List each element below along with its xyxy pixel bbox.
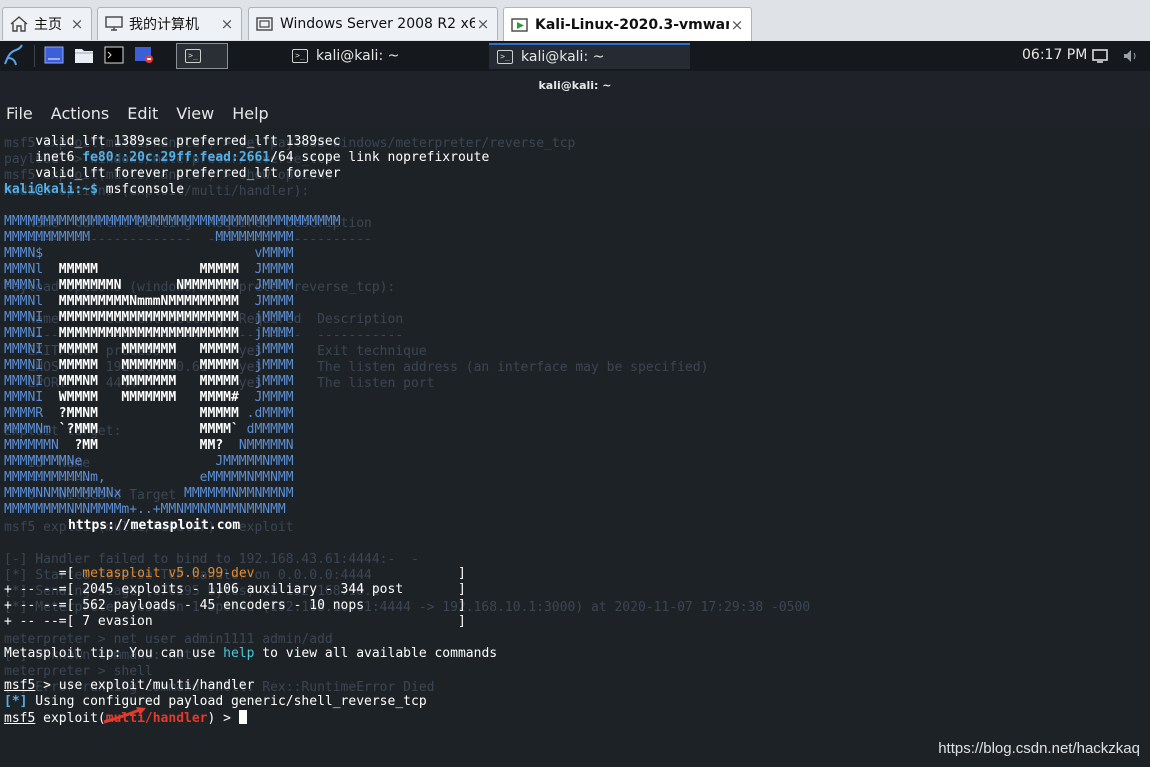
panel-clock[interactable]: 06:17 PM: [1022, 47, 1087, 63]
tab-label: Kali-Linux-2020.3-vmware-a...: [535, 16, 729, 33]
tab-label: Windows Server 2008 R2 x64: [280, 16, 475, 32]
vmware-tab-strip: 主页 × 我的计算机 × Windows Server 2008 R2 x64 …: [0, 0, 1150, 42]
menu-edit[interactable]: Edit: [127, 104, 158, 123]
computer-icon: [105, 16, 123, 31]
tab-windows-server[interactable]: Windows Server 2008 R2 x64 ×: [248, 7, 498, 40]
close-icon[interactable]: ×: [729, 16, 745, 34]
using-payload-line: [*] Using configured payload generic/she…: [4, 694, 427, 709]
kali-top-panel: >_ >_ kali@kali: ~ >_ kali@kali: ~ 06:17…: [0, 41, 1150, 71]
taskbar-item-label: kali@kali: ~: [316, 48, 400, 64]
tab-label: 我的计算机: [129, 17, 199, 33]
banner-url: https://metasploit.com: [68, 518, 241, 533]
tab-label: 主页: [34, 17, 62, 33]
stats-line: + -- --=[ 562 payloads - 45 encoders - 1…: [4, 598, 466, 613]
file-manager-icon[interactable]: [74, 46, 94, 64]
vm-running-icon: [511, 17, 528, 32]
volume-icon[interactable]: [1122, 48, 1140, 64]
menu-help[interactable]: Help: [232, 104, 268, 123]
prompt-user: kali@kali: [4, 182, 75, 197]
menu-actions[interactable]: Actions: [51, 104, 109, 123]
taskbar-show-desktop[interactable]: >_: [176, 43, 228, 69]
taskbar-item-terminal-2[interactable]: >_ kali@kali: ~: [489, 43, 690, 69]
stats-line: + -- --=[ 7 evasion ]: [4, 614, 466, 629]
tab-kali-linux[interactable]: Kali-Linux-2020.3-vmware-a... ×: [503, 7, 752, 41]
window-title: kali@kali: ~: [0, 71, 1150, 99]
tip-line: Metasploit tip: You can use help to view…: [4, 646, 498, 661]
prompt-line: kali@kali:~$ msfconsole: [4, 182, 185, 197]
ip-line: valid_lft 1389sec preferred_lft 1389sec: [4, 134, 341, 149]
valid-lft-line: valid_lft forever preferred_lft forever: [4, 166, 341, 181]
metasploit-ascii-banner: MMMMMMMMMMMMMMMMMMMMMMMMMMMMMMMMMMMMMMMM…: [4, 214, 341, 517]
home-icon: [10, 16, 28, 32]
terminal-icon: >_: [185, 49, 201, 63]
inet6-line: inet6 fe80::20c:29ff:fead:2661/64 scope …: [4, 150, 490, 165]
terminal-launcher-icon[interactable]: [104, 46, 124, 64]
terminal-menu-bar: File Actions Edit View Help: [0, 99, 1150, 128]
close-icon[interactable]: ×: [219, 15, 235, 33]
kali-dragon-icon[interactable]: [2, 44, 24, 68]
use-command-line: msf5 > use exploit/multi/handler: [4, 678, 255, 693]
taskbar-item-label: kali@kali: ~: [521, 49, 605, 65]
red-annotation-arrow: [103, 707, 146, 724]
stats-line: + -- --=[ 2045 exploits - 1106 auxiliary…: [4, 582, 466, 597]
terminal-output[interactable]: msf5 exploit(multi/handler) > set payloa…: [0, 128, 1150, 767]
display-icon[interactable]: [1092, 48, 1108, 64]
menu-file[interactable]: File: [6, 104, 33, 123]
workspace-icon[interactable]: [44, 46, 64, 64]
watermark: https://blog.csdn.net/hackzkaq: [938, 740, 1140, 757]
terminal-icon: >_: [497, 50, 513, 64]
tab-home[interactable]: 主页 ×: [2, 7, 92, 40]
menu-view[interactable]: View: [176, 104, 214, 123]
version-line: =[ metasploit v5.0.99-dev ]: [4, 566, 466, 581]
panel-divider: [34, 45, 35, 67]
vm-icon: [256, 17, 273, 31]
browser-icon[interactable]: [134, 46, 154, 64]
tab-my-computer[interactable]: 我的计算机 ×: [97, 7, 242, 40]
text-cursor: [238, 710, 247, 724]
taskbar-item-terminal-1[interactable]: >_ kali@kali: ~: [284, 43, 489, 69]
terminal-icon: >_: [292, 49, 308, 63]
close-icon[interactable]: ×: [475, 15, 491, 33]
close-icon[interactable]: ×: [69, 15, 85, 33]
terminal-lines: valid_lft 1389sec preferred_lft 1389sec …: [4, 134, 497, 727]
